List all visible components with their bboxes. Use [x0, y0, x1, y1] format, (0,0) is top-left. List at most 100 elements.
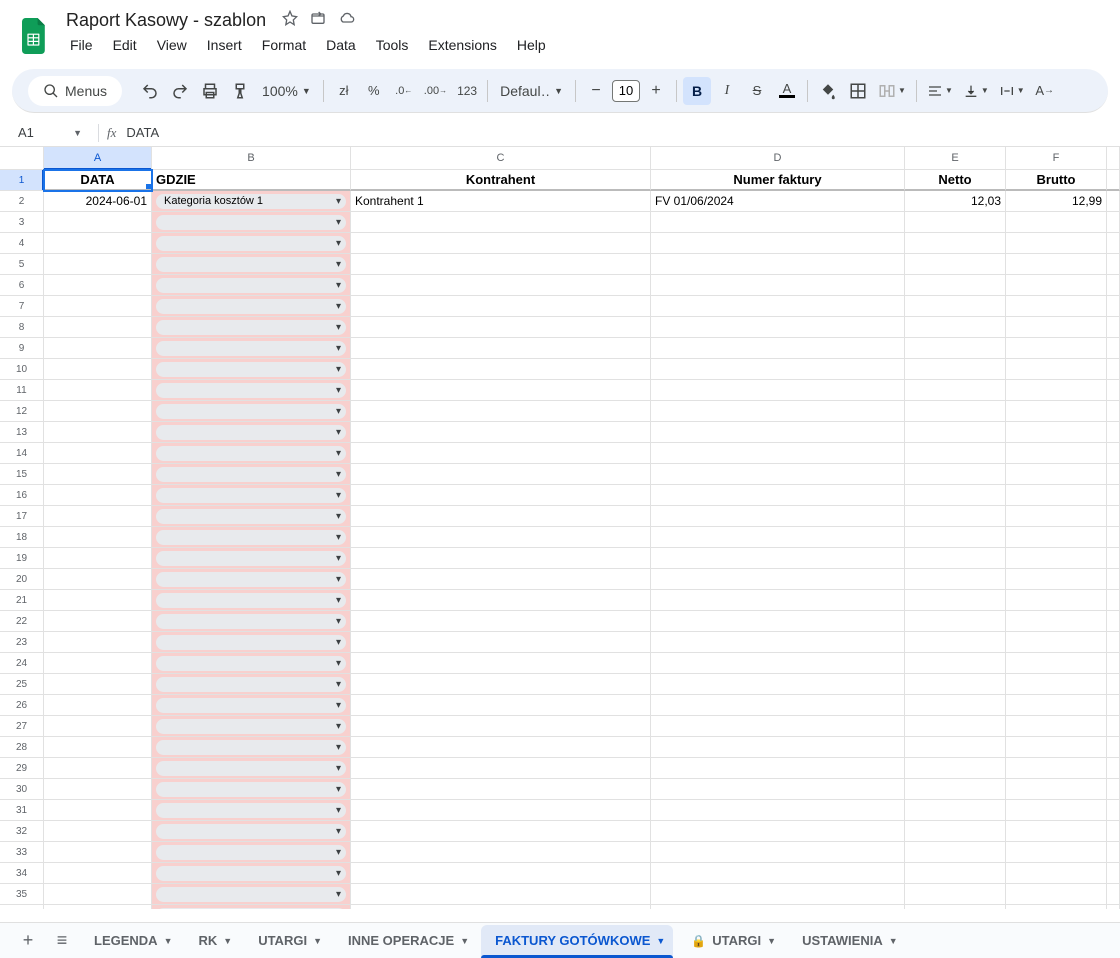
row-header-17[interactable]: 17	[0, 506, 44, 527]
cell-B34[interactable]	[152, 863, 351, 884]
row-header-34[interactable]: 34	[0, 863, 44, 884]
row-header-22[interactable]: 22	[0, 611, 44, 632]
cell-F28[interactable]	[1006, 737, 1107, 758]
menu-extensions[interactable]: Extensions	[420, 33, 504, 57]
cell-A35[interactable]	[44, 884, 152, 905]
cell-C15[interactable]	[351, 464, 651, 485]
row-header-33[interactable]: 33	[0, 842, 44, 863]
cell-F12[interactable]	[1006, 401, 1107, 422]
cell-extra-6[interactable]	[1107, 275, 1120, 296]
column-header-A[interactable]: A	[44, 147, 152, 170]
cell-extra-3[interactable]	[1107, 212, 1120, 233]
cell-D11[interactable]	[651, 380, 905, 401]
cell-B29[interactable]	[152, 758, 351, 779]
cell-A32[interactable]	[44, 821, 152, 842]
cell-D23[interactable]	[651, 632, 905, 653]
dropdown-chip[interactable]	[156, 761, 346, 776]
cell-B15[interactable]	[152, 464, 351, 485]
cell-D1[interactable]: Numer faktury	[651, 170, 905, 191]
sheet-menu-arrow[interactable]: ▼	[164, 936, 173, 946]
cell-F20[interactable]	[1006, 569, 1107, 590]
cell-extra-9[interactable]	[1107, 338, 1120, 359]
vertical-align-button[interactable]: ▼	[959, 77, 993, 105]
cell-F18[interactable]	[1006, 527, 1107, 548]
cell-extra-10[interactable]	[1107, 359, 1120, 380]
cell-B5[interactable]	[152, 254, 351, 275]
row-header-35[interactable]: 35	[0, 884, 44, 905]
bold-button[interactable]: B	[683, 77, 711, 105]
row-header-26[interactable]: 26	[0, 695, 44, 716]
cell-C13[interactable]	[351, 422, 651, 443]
cell-D5[interactable]	[651, 254, 905, 275]
cell-F26[interactable]	[1006, 695, 1107, 716]
cell-D17[interactable]	[651, 506, 905, 527]
cell-E19[interactable]	[905, 548, 1006, 569]
dropdown-chip[interactable]	[156, 782, 346, 797]
cell-B3[interactable]	[152, 212, 351, 233]
cell-D7[interactable]	[651, 296, 905, 317]
cell-F24[interactable]	[1006, 653, 1107, 674]
cell-A22[interactable]	[44, 611, 152, 632]
cell-C17[interactable]	[351, 506, 651, 527]
cell-D34[interactable]	[651, 863, 905, 884]
row-header-28[interactable]: 28	[0, 737, 44, 758]
cell-E1[interactable]: Netto	[905, 170, 1006, 191]
cell-D36[interactable]	[651, 905, 905, 909]
cell-D27[interactable]	[651, 716, 905, 737]
cell-F2[interactable]: 12,99	[1006, 191, 1107, 212]
cell-F6[interactable]	[1006, 275, 1107, 296]
cell-E24[interactable]	[905, 653, 1006, 674]
cell-B10[interactable]	[152, 359, 351, 380]
decrease-decimal-button[interactable]: .0←	[390, 77, 418, 105]
cell-C30[interactable]	[351, 779, 651, 800]
cell-F23[interactable]	[1006, 632, 1107, 653]
cell-extra-22[interactable]	[1107, 611, 1120, 632]
borders-button[interactable]	[844, 77, 872, 105]
cell-extra-13[interactable]	[1107, 422, 1120, 443]
row-header-7[interactable]: 7	[0, 296, 44, 317]
cell-extra-21[interactable]	[1107, 590, 1120, 611]
cell-extra-32[interactable]	[1107, 821, 1120, 842]
dropdown-chip[interactable]	[156, 656, 346, 671]
cell-A5[interactable]	[44, 254, 152, 275]
sheet-menu-arrow[interactable]: ▼	[223, 936, 232, 946]
cell-B7[interactable]	[152, 296, 351, 317]
cell-F30[interactable]	[1006, 779, 1107, 800]
cell-B20[interactable]	[152, 569, 351, 590]
cell-E12[interactable]	[905, 401, 1006, 422]
move-icon[interactable]	[310, 10, 326, 31]
cell-E17[interactable]	[905, 506, 1006, 527]
cell-F35[interactable]	[1006, 884, 1107, 905]
font-family-dropdown[interactable]: Defaul… ▼	[494, 81, 569, 101]
cell-B11[interactable]	[152, 380, 351, 401]
cell-D16[interactable]	[651, 485, 905, 506]
cell-D4[interactable]	[651, 233, 905, 254]
document-title[interactable]: Raport Kasowy - szablon	[62, 8, 270, 33]
column-header-E[interactable]: E	[905, 147, 1006, 170]
cell-extra-30[interactable]	[1107, 779, 1120, 800]
row-header-14[interactable]: 14	[0, 443, 44, 464]
cell-B21[interactable]	[152, 590, 351, 611]
cell-A20[interactable]	[44, 569, 152, 590]
cell-D2[interactable]: FV 01/06/2024	[651, 191, 905, 212]
sheets-logo[interactable]	[16, 18, 52, 54]
cell-F31[interactable]	[1006, 800, 1107, 821]
cell-E11[interactable]	[905, 380, 1006, 401]
cell-D10[interactable]	[651, 359, 905, 380]
cell-F14[interactable]	[1006, 443, 1107, 464]
cell-E32[interactable]	[905, 821, 1006, 842]
cell-C8[interactable]	[351, 317, 651, 338]
dropdown-chip[interactable]	[156, 257, 346, 272]
cell-extra-35[interactable]	[1107, 884, 1120, 905]
cell-E13[interactable]	[905, 422, 1006, 443]
cell-F27[interactable]	[1006, 716, 1107, 737]
sheet-tab-1[interactable]: RK▼	[184, 925, 240, 957]
cell-F16[interactable]	[1006, 485, 1107, 506]
cell-F25[interactable]	[1006, 674, 1107, 695]
cell-C3[interactable]	[351, 212, 651, 233]
cell-extra-16[interactable]	[1107, 485, 1120, 506]
cell-D31[interactable]	[651, 800, 905, 821]
cell-B27[interactable]	[152, 716, 351, 737]
sheet-tab-0[interactable]: LEGENDA▼	[80, 925, 180, 957]
dropdown-chip[interactable]	[156, 446, 346, 461]
